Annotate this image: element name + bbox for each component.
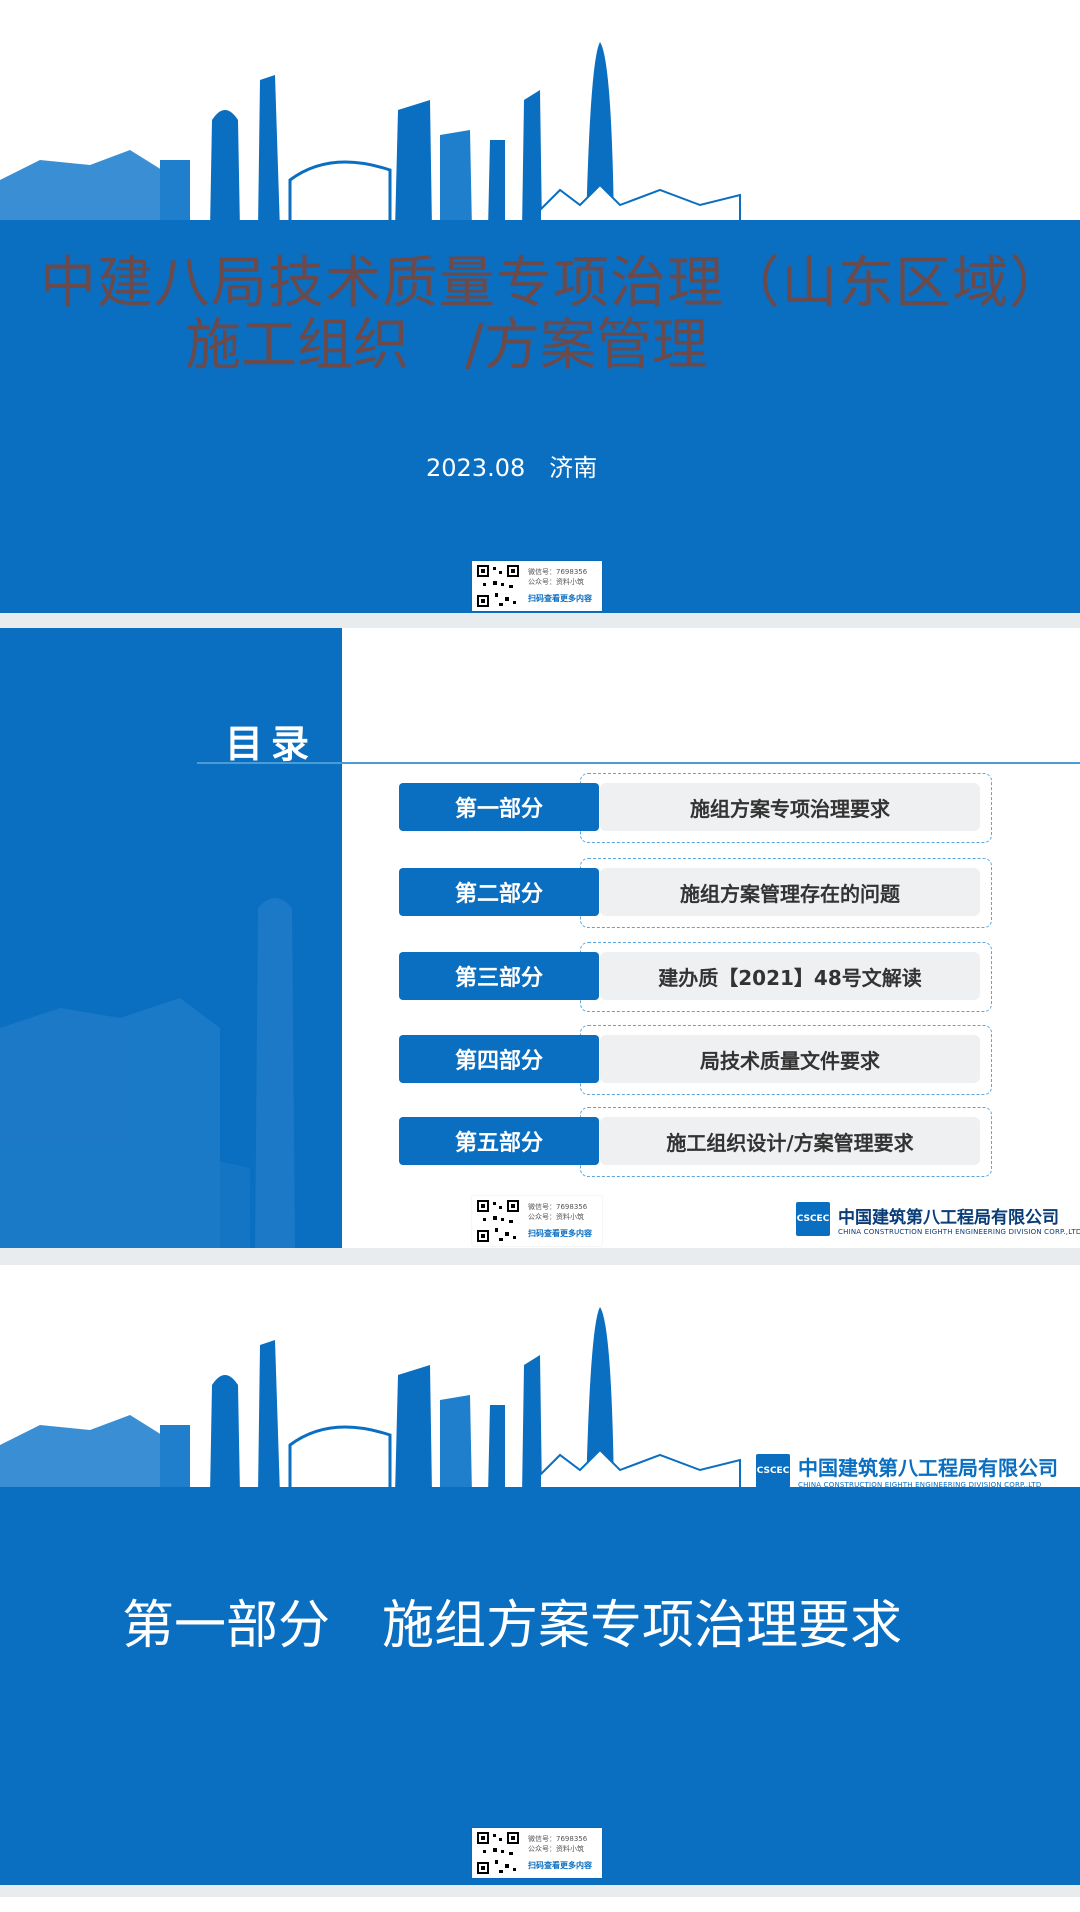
toc-title: 目录 <box>225 722 318 766</box>
qr-code-block: 微信号：7698356 公众号：资料小筑 扫码查看更多内容 <box>472 561 602 611</box>
toc-slide: 目录 第一部分 施组方案专项治理要求 第二部分 施组方案管理存在的问题 第三部分… <box>0 628 1080 1248</box>
qr-account: 公众号：资料小筑 <box>528 1845 584 1853</box>
toc-item-desc: 施组方案专项治理要求 <box>690 796 890 821</box>
toc-divider <box>197 762 1080 764</box>
qr-account: 公众号：资料小筑 <box>528 578 584 586</box>
qr-wechat-id: 微信号：7698356 <box>528 1835 588 1843</box>
qr-code-icon <box>475 1198 521 1244</box>
qr-scan-hint: 扫码查看更多内容 <box>528 1861 592 1870</box>
toc-item-desc: 建办质【2021】48号文解读 <box>658 965 922 990</box>
section-title: 第一部分 施组方案专项治理要求 <box>122 1596 903 1656</box>
company-name-en: CHINA CONSTRUCTION EIGHTH ENGINEERING DI… <box>838 1227 1080 1236</box>
company-logo-icon: CSCEC <box>796 1202 830 1236</box>
next-slide-peek <box>0 1897 1080 1912</box>
qr-code-icon <box>475 1830 521 1876</box>
city-skyline-graphic <box>0 42 741 230</box>
toc-item-3[interactable]: 第三部分 建办质【2021】48号文解读 <box>395 942 995 1012</box>
company-brand: CSCEC 中国建筑第八工程局有限公司 CHINA CONSTRUCTION E… <box>796 1202 1080 1236</box>
toc-item-desc: 局技术质量文件要求 <box>700 1048 880 1073</box>
toc-item-tag: 第四部分 <box>399 1035 599 1083</box>
toc-item-4[interactable]: 第四部分 局技术质量文件要求 <box>395 1025 995 1095</box>
city-watermark-graphic <box>0 898 295 1248</box>
toc-item-desc: 施工组织设计/方案管理要求 <box>666 1130 914 1155</box>
qr-scan-hint: 扫码查看更多内容 <box>528 1229 592 1238</box>
company-name-cn: 中国建筑第八工程局有限公司 <box>838 1207 1059 1228</box>
qr-code-block: 微信号：7698356 公众号：资料小筑 扫码查看更多内容 <box>472 1196 602 1246</box>
cover-date-place: 2023.08 济南 <box>426 454 598 482</box>
qr-code-block: 微信号：7698356 公众号：资料小筑 扫码查看更多内容 <box>472 1828 602 1878</box>
qr-code-icon <box>475 563 521 609</box>
company-name-cn: 中国建筑第八工程局有限公司 <box>798 1456 1058 1480</box>
toc-item-desc: 施组方案管理存在的问题 <box>680 881 900 906</box>
cover-title-line2: 施工组织 /方案管理 <box>185 313 708 378</box>
qr-wechat-id: 微信号：7698356 <box>528 568 588 576</box>
toc-item-2[interactable]: 第二部分 施组方案管理存在的问题 <box>395 858 995 928</box>
section-slide: CSCEC 中国建筑第八工程局有限公司 CHINA CONSTRUCTION E… <box>0 1265 1080 1885</box>
toc-item-tag: 第一部分 <box>399 783 599 831</box>
section-band <box>0 1487 1080 1885</box>
qr-scan-hint: 扫码查看更多内容 <box>528 594 592 603</box>
qr-wechat-id: 微信号：7698356 <box>528 1203 588 1211</box>
toc-item-tag: 第五部分 <box>399 1117 599 1165</box>
cover-slide: 中建八局技术质量专项治理（山东区域） 施工组织 /方案管理 2023.08 济南… <box>0 0 1080 613</box>
company-name-en: CHINA CONSTRUCTION EIGHTH ENGINEERING DI… <box>798 1481 1042 1489</box>
company-brand: CSCEC 中国建筑第八工程局有限公司 CHINA CONSTRUCTION E… <box>756 1452 1058 1489</box>
toc-item-1[interactable]: 第一部分 施组方案专项治理要求 <box>395 773 995 843</box>
toc-item-5[interactable]: 第五部分 施工组织设计/方案管理要求 <box>395 1107 995 1177</box>
qr-account: 公众号：资料小筑 <box>528 1213 584 1221</box>
company-logo-icon: CSCEC <box>756 1453 790 1488</box>
toc-item-tag: 第二部分 <box>399 868 599 916</box>
toc-item-tag: 第三部分 <box>399 952 599 1000</box>
